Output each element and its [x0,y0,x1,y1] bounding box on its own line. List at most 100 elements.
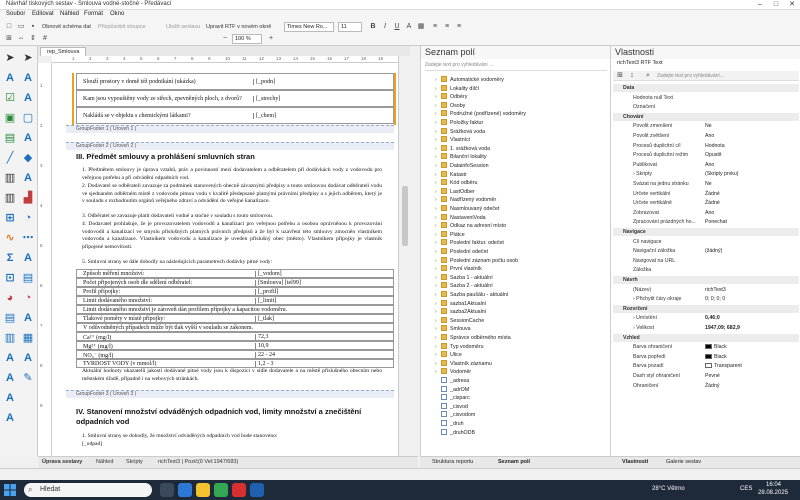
field-group-item[interactable]: › První vlastník [435,265,482,273]
field-item[interactable]: _cisparc [435,394,470,402]
property-row[interactable]: › Skripty (Skripty prvku) [613,170,799,178]
field-group-item[interactable]: › Sazba 2 - aktuální [435,282,493,290]
align-objects-icon[interactable]: ⊞ [4,34,14,44]
field-group-item[interactable]: › sazba1Aktualni [435,299,486,308]
zoom-out-icon[interactable]: − [220,34,230,44]
pagebreak-tool-icon[interactable]: ⋯ [20,230,36,246]
property-row[interactable]: Procesů duplicitní cíl Hodnota [613,142,799,150]
field-group-item[interactable]: › Poslední odečet [435,248,488,256]
top-row-3[interactable]: Nakládá se v objektu s chemickými látkam… [76,107,394,124]
property-row[interactable]: Zpracování prázdných ho... Ponechat [613,218,799,226]
field-group-item[interactable]: › Srážková voda [435,127,485,136]
close-button[interactable]: ✕ [784,0,800,10]
property-row[interactable]: › Přichytit čáry okraje 0; 0; 0; 0 [613,295,799,303]
property-value[interactable]: (žádný) [705,248,722,254]
fit-columns-button[interactable]: Přizpůsobit sloupce [98,24,146,30]
char-comb-tool-icon[interactable]: A [20,310,36,326]
property-value[interactable]: 0; 0; 0; 0 [705,296,725,302]
field-group-item[interactable]: › Ulice [435,351,462,359]
canvas-scrollbar[interactable] [398,56,410,456]
text-5-tool-icon[interactable]: A [2,410,18,426]
zoom-select[interactable]: 100 % [232,34,262,44]
field-item[interactable]: _adrOM [435,385,469,394]
field-group-item[interactable]: › Bilanční lokality [435,153,487,161]
open-icon[interactable]: ▭ [16,22,26,32]
property-value[interactable]: 1947,09; 682,9 [705,325,740,331]
field-group-item[interactable]: › Katastr [435,170,467,179]
app-icon[interactable] [250,483,264,497]
gauge-tool-icon[interactable]: ◔ [20,210,36,226]
explorer-icon[interactable] [196,483,210,497]
sum-tool-icon[interactable]: Σ [2,250,18,266]
panel-tool-icon[interactable]: ▢ [20,110,36,126]
param-row[interactable]: Profil přípojky: [_profil] [76,287,394,296]
categorized-icon[interactable]: ⊞ [615,71,625,81]
alphabetical-icon[interactable]: ↕ [627,71,637,81]
font-size-select[interactable]: 11 [338,22,362,32]
picture-tool-icon[interactable]: ▣ [2,110,18,126]
property-category[interactable]: Vzhled [613,333,799,342]
property-row[interactable]: Svázat na jednu stránku Ne [613,180,799,188]
property-row[interactable]: Cíl navigace [613,238,799,246]
chart-2-tool-icon[interactable]: ◔ [20,290,36,306]
field-group-item[interactable]: › sazba2Aktualni [435,308,486,316]
field-group-item[interactable]: › Vodoměr [435,368,471,376]
property-category[interactable]: Rozvržení [613,304,799,313]
tab-properties[interactable]: Vlastnosti [622,459,648,465]
checkbox-tool-icon[interactable]: ☑ [2,90,18,106]
field-group-item[interactable]: › Položky faktur [435,119,483,127]
menu-edit[interactable]: Editovat [32,11,54,17]
field-group-item[interactable]: › Správce odběrného místa [435,334,511,342]
pivot-tool-icon[interactable]: ⊞ [2,210,18,226]
align-left-icon[interactable]: ≡ [430,22,440,32]
group-footer-band-1[interactable]: GroupFooter 1 ( Úroveň 1 ) [66,125,394,133]
table-2-tool-icon[interactable]: ▦ [20,330,36,346]
field-group-item[interactable]: › Poslední záznam počtu osob [435,256,518,265]
back-color-icon[interactable]: ▦ [416,22,426,32]
property-row[interactable]: Zobrazovat Ano [613,209,799,217]
param-row[interactable]: Ca²⁺ (mg/l) 72,3 [76,332,394,341]
sparkline-tool-icon[interactable]: ∿ [2,230,18,246]
save-report-button[interactable]: Uložit sestavu [166,24,200,30]
minimize-button[interactable]: – [752,0,768,10]
property-value[interactable]: Hodnota [705,143,725,149]
align-center-icon[interactable]: ≡ [442,22,452,32]
field-group-item[interactable]: › Odkaz na adresní místo [435,222,506,230]
property-category[interactable]: Navigace [613,228,799,236]
field-group-item[interactable]: › Sazba 1 - aktuální [435,273,493,282]
bookmark-tool-icon[interactable]: ▥ [2,330,18,346]
property-row[interactable]: › Velikost 1947,09; 682,9 [613,324,799,332]
chart-tool-icon[interactable]: ▟ [20,190,36,206]
field-group-item[interactable]: › Podružné (podřízené) vodoměry [435,110,526,118]
property-row[interactable]: Záložka [613,266,799,274]
property-row[interactable]: Procesů duplicitní režim Opustit [613,151,799,159]
param-row[interactable]: TVRDOST VODY (v mmol/l) 1,2 - 3 [76,359,394,368]
field-group-item[interactable]: › Kód odběru [435,179,477,187]
top-row-1[interactable]: Slouží prostory v domě též podnikání (uk… [76,73,394,90]
property-value[interactable]: Žádné [705,200,720,206]
tab-rep-smlouva[interactable]: rep_Smlouva [40,47,87,56]
field-group-item[interactable]: › Poslední faktur. odečet [435,239,504,247]
property-row[interactable]: Povolit zvětšení Ano [613,132,799,140]
property-row[interactable]: Barva popředí Black [613,353,799,361]
clock-time[interactable]: 16:04 [766,482,781,488]
property-row[interactable]: (Název) richText3 [613,286,799,294]
zoom-in-icon[interactable]: + [266,34,276,44]
param-row[interactable]: Počet připojených osob dle sdělení odběr… [76,278,394,287]
barcode-2-tool-icon[interactable]: ▥ [2,190,18,206]
field-item[interactable]: _cisvod [435,402,468,411]
italic-icon[interactable]: I [380,22,390,32]
property-row[interactable]: Určete vertikální Žádné [613,190,799,198]
field-group-item[interactable]: › Odběry [435,93,467,101]
field-group-item[interactable]: › NastaveniVoda [435,213,486,222]
param-row[interactable]: V odůvodněných případech může být tlak v… [76,323,394,332]
same-width-icon[interactable]: ⇔ [16,34,26,44]
underline-icon[interactable]: U [392,22,402,32]
field-item[interactable]: _cisvodom [435,411,475,419]
refresh-schema-button[interactable]: Obnovit schéma dat [42,24,91,30]
property-category[interactable]: Data [613,84,799,92]
save-icon[interactable]: ▪ [28,22,38,32]
rich-text-tool-icon[interactable]: A [20,70,36,86]
bold-icon[interactable]: B [368,22,378,32]
property-value[interactable]: Transparent [714,363,742,369]
